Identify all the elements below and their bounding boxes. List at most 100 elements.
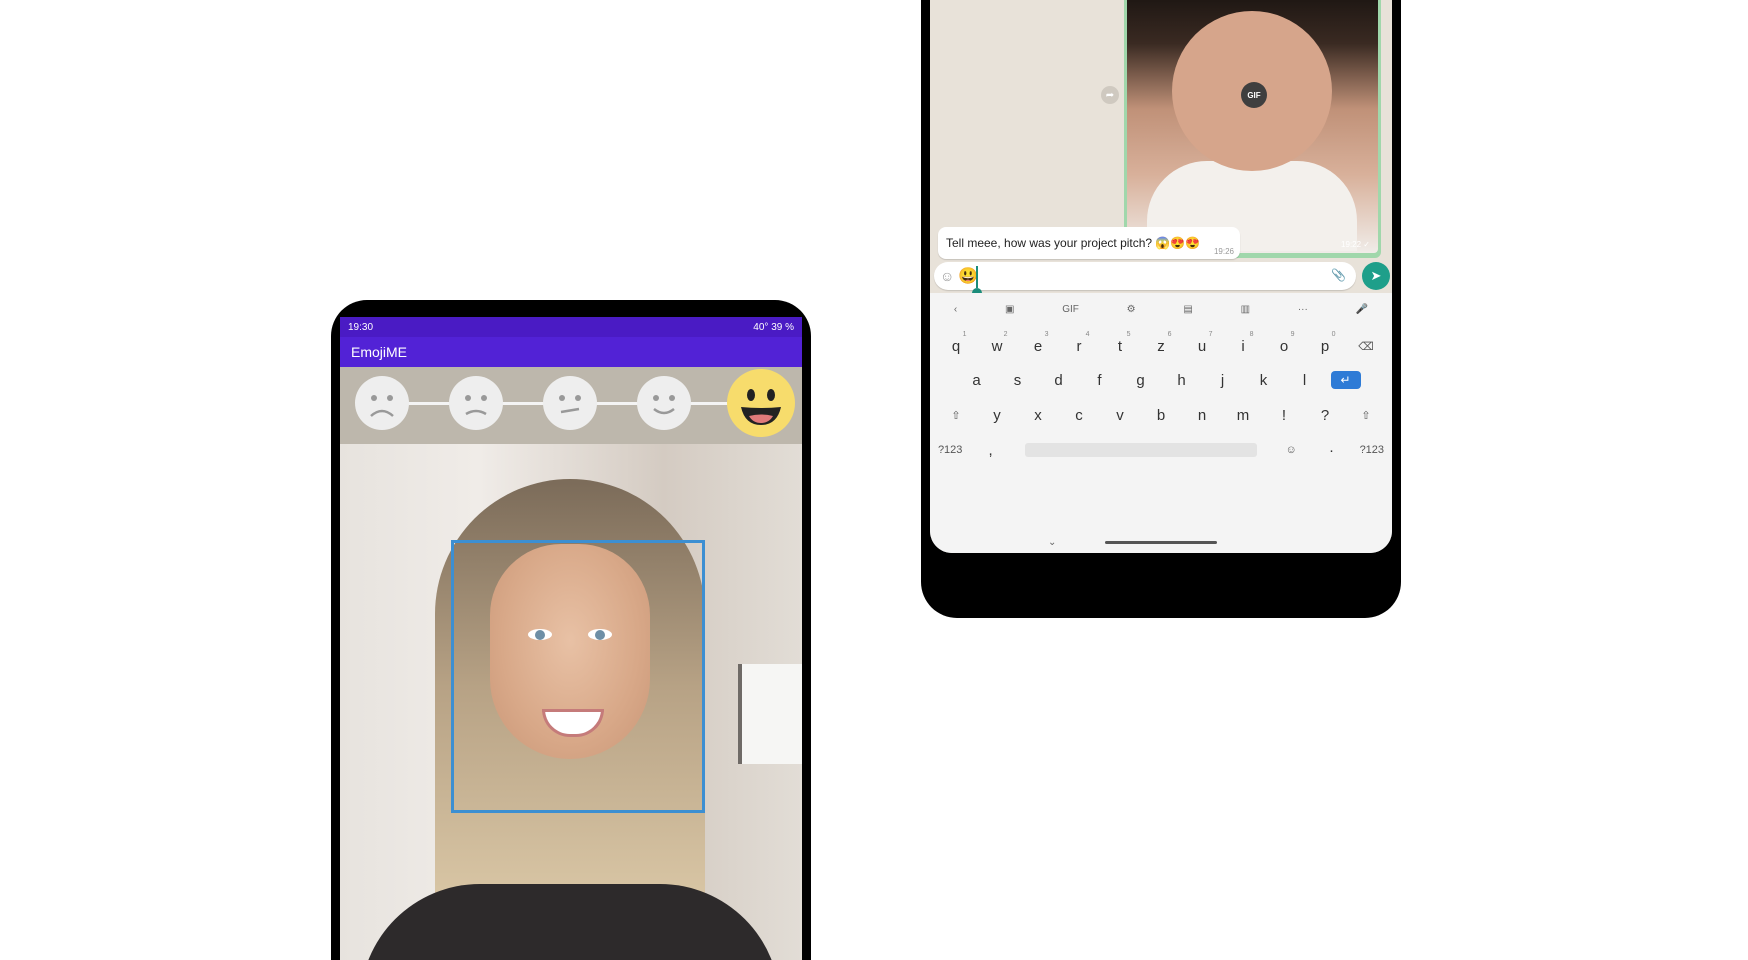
toolbar-back-icon[interactable]: ‹ [954,304,957,315]
key-hint: 0 [1331,331,1336,338]
symbols-key-right[interactable]: ?123 [1352,433,1392,467]
happy-face-icon[interactable] [727,369,795,437]
emoji-icon[interactable]: ☺ [940,268,954,284]
shift-key-right[interactable]: ⇧ [1346,398,1387,432]
key-label: q [951,337,961,355]
key-j[interactable]: j [1202,363,1243,397]
message-input[interactable]: ☺ 😃 📎 [934,262,1356,298]
key-w[interactable]: w2 [977,329,1018,363]
navigation-bar: ⌄ [930,531,1392,553]
mood-scale [340,367,802,444]
emoji-key-icon[interactable]: ☺ [1271,433,1311,467]
key-hint: 6 [1167,331,1172,338]
status-right: 40° 39 % [753,321,794,333]
key-z[interactable]: z6 [1141,329,1182,363]
key-u[interactable]: u7 [1182,329,1223,363]
key-a[interactable]: a [956,363,997,397]
gif-image[interactable]: GIF 19:22 ✓ [1127,0,1378,253]
camera-preview [340,444,802,960]
message-input-value: 😃 [958,268,978,285]
key-label: z [1157,337,1165,355]
forward-icon[interactable]: ➦ [1101,86,1119,104]
key-b[interactable]: b [1141,398,1182,432]
message-text: Tell meee, how was your project pitch? 😱… [946,236,1201,250]
key-h[interactable]: h [1161,363,1202,397]
microphone-icon[interactable]: 🎤 [1356,304,1368,315]
chat-screen: ➦ GIF 19:22 ✓ Tell meee, how was your pr… [930,0,1392,553]
keyboard-row-1: q1 w2 e3 r4 t5 z6 u7 i8 o9 p0 ⌫ [930,329,1392,363]
key-hint: 7 [1208,331,1213,338]
key-s[interactable]: s [997,363,1038,397]
settings-gear-icon[interactable]: ⚙ [1127,304,1136,315]
key-g[interactable]: g [1120,363,1161,397]
attach-icon[interactable]: 📎 [1331,268,1346,282]
send-button[interactable]: ➤ [1362,262,1390,290]
gif-button[interactable]: GIF [1062,304,1079,315]
neutral-face-icon[interactable] [543,376,597,430]
keyboard-row-2: a s d f g h j k l ↵ [930,363,1392,397]
sticker-icon[interactable]: ▣ [1005,304,1014,315]
hide-keyboard-chevron-icon[interactable]: ⌄ [1048,537,1056,548]
key-question[interactable]: ? [1305,398,1346,432]
key-label: i [1241,337,1245,355]
key-n[interactable]: n [1182,398,1223,432]
more-icon[interactable]: ··· [1298,304,1308,315]
space-key[interactable] [1024,443,1257,457]
key-q[interactable]: q1 [936,329,977,363]
key-hint: 9 [1290,331,1295,338]
status-bar: 19:30 40° 39 % [340,317,802,337]
keyboard-toolbar: ‹ ▣ GIF ⚙ ▤ ▥ ··· 🎤 [930,293,1392,325]
very-sad-face-icon[interactable] [355,376,409,430]
gif-message[interactable]: GIF 19:22 ✓ [1124,0,1381,258]
sad-face-icon[interactable] [449,376,503,430]
face-detection-box [451,540,705,813]
backspace-key[interactable]: ⌫ [1346,329,1387,363]
gif-timestamp: 19:22 ✓ [1341,240,1370,249]
key-label: e [1033,337,1043,355]
theme-icon[interactable]: ▤ [1183,304,1192,315]
key-hint: 5 [1126,331,1131,338]
key-e[interactable]: e3 [1018,329,1059,363]
key-m[interactable]: m [1223,398,1264,432]
key-c[interactable]: c [1059,398,1100,432]
enter-label: ↵ [1330,371,1361,389]
gif-play-badge[interactable]: GIF [1241,82,1267,108]
shift-key[interactable]: ⇧ [936,398,977,432]
background-window [738,664,802,764]
app-title: EmojiME [351,344,408,360]
key-r[interactable]: r4 [1059,329,1100,363]
key-p[interactable]: p0 [1305,329,1346,363]
symbols-key[interactable]: ?123 [930,433,970,467]
key-t[interactable]: t5 [1100,329,1141,363]
key-label: u [1197,337,1207,355]
clipboard-icon[interactable]: ▥ [1241,304,1250,315]
incoming-message[interactable]: Tell meee, how was your project pitch? 😱… [938,227,1240,259]
key-hint: 8 [1249,331,1254,338]
key-exclamation[interactable]: ! [1264,398,1305,432]
home-gesture-pill[interactable] [1105,540,1217,544]
key-o[interactable]: o9 [1264,329,1305,363]
period-key[interactable]: · [1311,433,1351,467]
key-d[interactable]: d [1038,363,1079,397]
key-label: t [1117,337,1123,355]
chat-background: ➦ GIF 19:22 ✓ Tell meee, how was your pr… [930,0,1392,305]
key-label: o [1279,337,1289,355]
key-v[interactable]: v [1100,398,1141,432]
comma-key[interactable]: , [970,433,1010,467]
key-hint: 4 [1085,331,1090,338]
right-phone-frame: ➦ GIF 19:22 ✓ Tell meee, how was your pr… [921,0,1401,618]
emojime-screen: 19:30 40° 39 % EmojiME [340,317,802,960]
key-f[interactable]: f [1079,363,1120,397]
key-hint: 1 [962,331,967,338]
enter-key[interactable]: ↵ [1325,363,1366,397]
key-x[interactable]: x [1018,398,1059,432]
keyboard: ‹ ▣ GIF ⚙ ▤ ▥ ··· 🎤 q1 w2 e3 r4 t5 z6 u7… [930,293,1392,553]
slight-smile-face-icon[interactable] [637,376,691,430]
key-y[interactable]: y [977,398,1018,432]
key-k[interactable]: k [1243,363,1284,397]
person-shirt [360,884,780,960]
status-time: 19:30 [348,321,374,333]
key-l[interactable]: l [1284,363,1325,397]
keyboard-row-4: ?123 , ☺ · ?123 [930,433,1392,467]
key-i[interactable]: i8 [1223,329,1264,363]
